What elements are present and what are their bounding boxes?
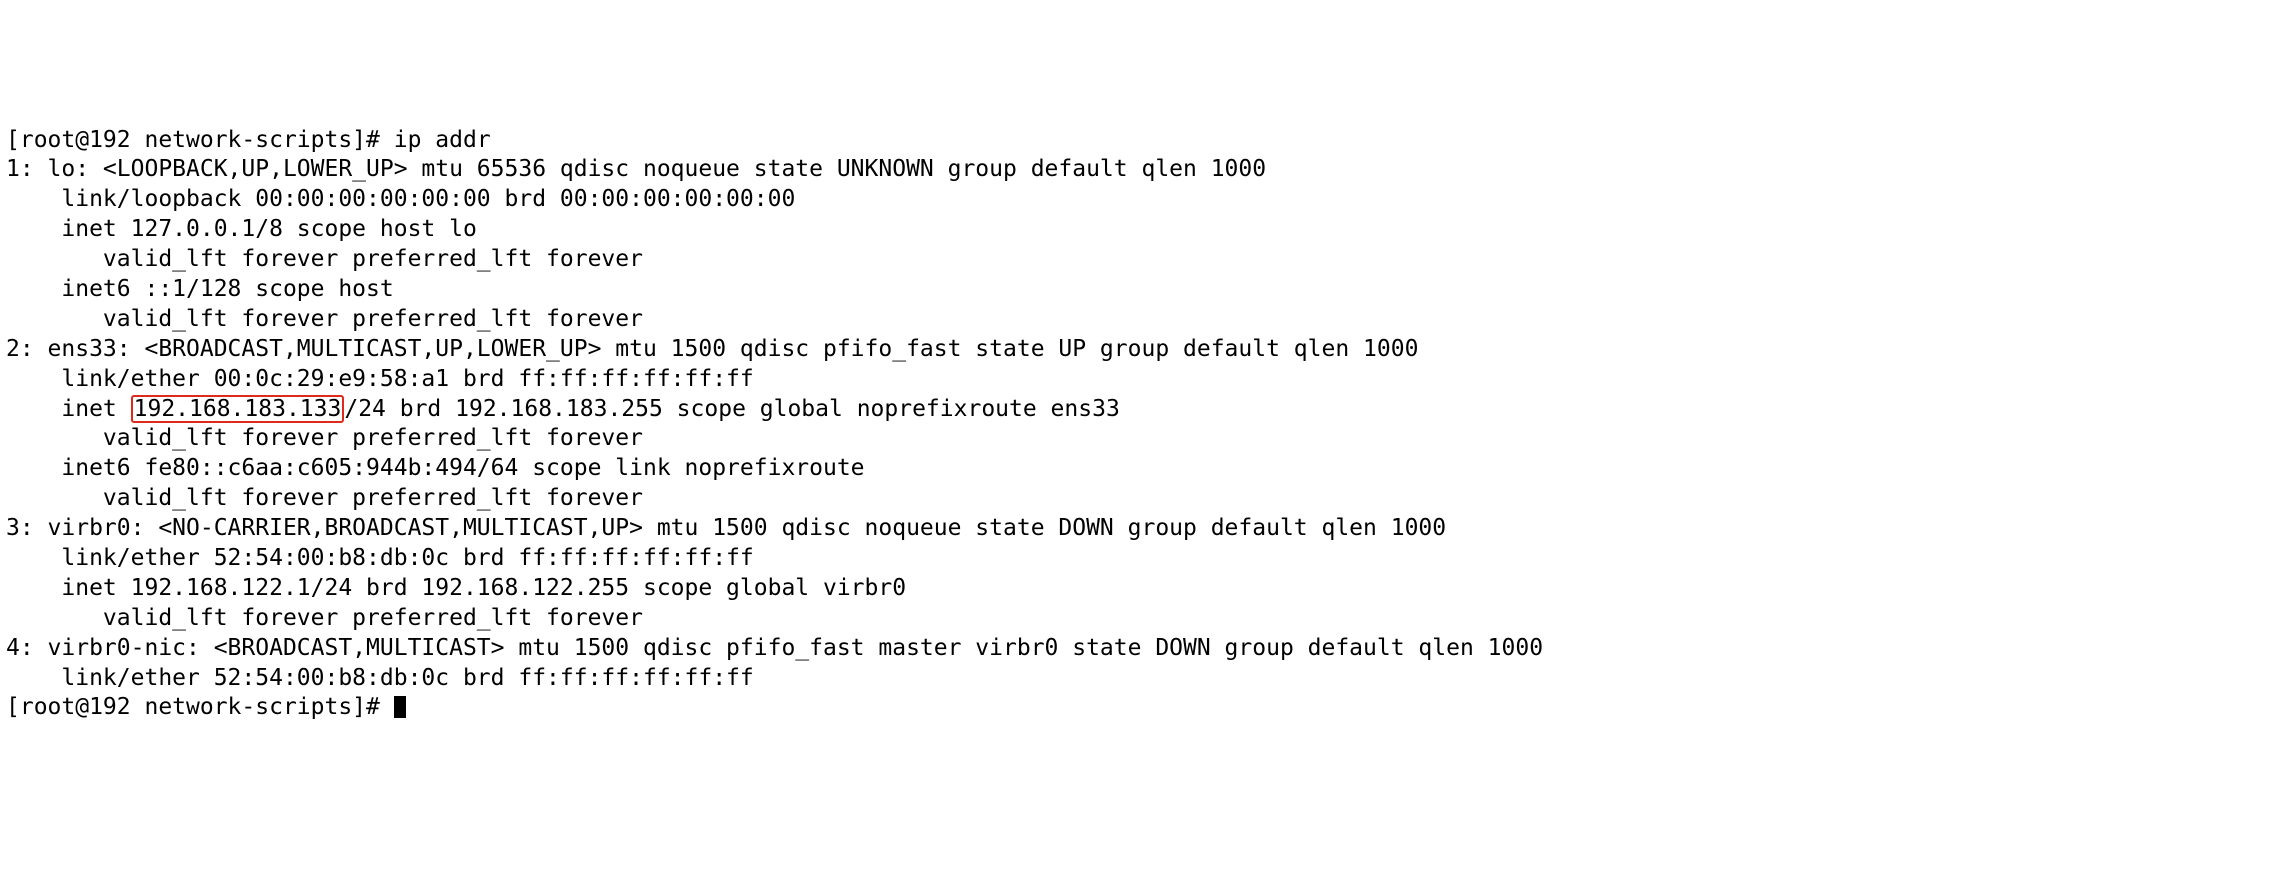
terminal-output[interactable]: [root@192 network-scripts]# ip addr 1: l… <box>6 126 2286 724</box>
iface-lo-link: link/loopback 00:00:00:00:00:00 brd 00:0… <box>6 186 795 212</box>
iface-virbr0nic-header: 4: virbr0-nic: <BROADCAST,MULTICAST> mtu… <box>6 635 1543 661</box>
iface-virbr0-valid1: valid_lft forever preferred_lft forever <box>6 605 643 631</box>
iface-lo-valid2: valid_lft forever preferred_lft forever <box>6 306 643 332</box>
iface-ens33-valid1: valid_lft forever preferred_lft forever <box>6 425 643 451</box>
highlighted-ip: 192.168.183.133 <box>131 395 345 423</box>
iface-virbr0-inet: inet 192.168.122.1/24 brd 192.168.122.25… <box>6 575 906 601</box>
iface-ens33-inet6: inet6 fe80::c6aa:c605:944b:494/64 scope … <box>6 455 878 481</box>
iface-lo-inet: inet 127.0.0.1/8 scope host lo <box>6 216 477 242</box>
prompt-user-host: [root@192 network-scripts]# <box>6 127 394 153</box>
iface-ens33-link: link/ether 00:0c:29:e9:58:a1 brd ff:ff:f… <box>6 366 754 392</box>
iface-lo-inet6: inet6 ::1/128 scope host <box>6 276 408 302</box>
iface-ens33-valid2: valid_lft forever preferred_lft forever <box>6 485 643 511</box>
iface-ens33-header: 2: ens33: <BROADCAST,MULTICAST,UP,LOWER_… <box>6 336 1418 362</box>
prompt-2[interactable]: [root@192 network-scripts]# <box>6 694 406 720</box>
iface-ens33-inet-line: inet 192.168.183.133/24 brd 192.168.183.… <box>6 396 1120 422</box>
prompt-command: ip addr <box>394 127 491 153</box>
cursor-block <box>394 696 406 718</box>
prompt-user-host-2: [root@192 network-scripts]# <box>6 694 394 720</box>
iface-lo-valid1: valid_lft forever preferred_lft forever <box>6 246 643 272</box>
iface-virbr0nic-link: link/ether 52:54:00:b8:db:0c brd ff:ff:f… <box>6 665 754 691</box>
prompt-1: [root@192 network-scripts]# ip addr <box>6 127 491 153</box>
iface-ens33-inet-post: /24 brd 192.168.183.255 scope global nop… <box>344 396 1119 422</box>
iface-virbr0-link: link/ether 52:54:00:b8:db:0c brd ff:ff:f… <box>6 545 754 571</box>
iface-ens33-inet-pre: inet <box>6 396 131 422</box>
iface-lo-header: 1: lo: <LOOPBACK,UP,LOWER_UP> mtu 65536 … <box>6 156 1266 182</box>
iface-virbr0-header: 3: virbr0: <NO-CARRIER,BROADCAST,MULTICA… <box>6 515 1446 541</box>
